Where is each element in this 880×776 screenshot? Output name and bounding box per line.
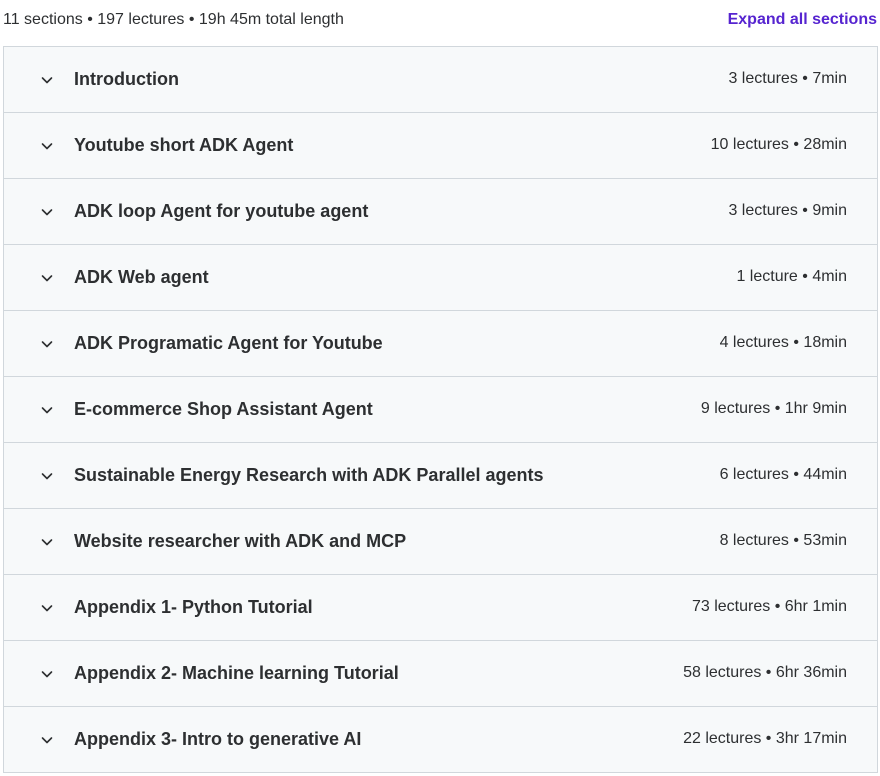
section-row-adk-web-agent[interactable]: ADK Web agent 1 lecture • 4min (4, 245, 877, 311)
section-title: Introduction (74, 69, 179, 89)
section-meta: 22 lectures • 3hr 17min (683, 730, 847, 747)
curriculum-summary-bar: 11 sections • 197 lectures • 19h 45m tot… (0, 0, 880, 46)
section-row-sustainable-energy-research[interactable]: Sustainable Energy Research with ADK Par… (4, 443, 877, 509)
section-meta: 58 lectures • 6hr 36min (683, 664, 847, 681)
section-row-ecommerce-shop-assistant[interactable]: E-commerce Shop Assistant Agent 9 lectur… (4, 377, 877, 443)
section-title: Appendix 2- Machine learning Tutorial (74, 663, 399, 683)
section-row-adk-programatic-agent[interactable]: ADK Programatic Agent for Youtube 4 lect… (4, 311, 877, 377)
chevron-down-icon (39, 534, 55, 550)
section-title: Appendix 3- Intro to generative AI (74, 729, 362, 749)
section-row-appendix-3[interactable]: Appendix 3- Intro to generative AI 22 le… (4, 707, 877, 772)
section-title: Appendix 1- Python Tutorial (74, 597, 313, 617)
section-row-youtube-short-adk-agent[interactable]: Youtube short ADK Agent 10 lectures • 28… (4, 113, 877, 179)
section-row-website-researcher[interactable]: Website researcher with ADK and MCP 8 le… (4, 509, 877, 575)
chevron-down-icon (39, 138, 55, 154)
section-title: ADK loop Agent for youtube agent (74, 201, 369, 221)
section-title: Youtube short ADK Agent (74, 135, 294, 155)
section-title: Website researcher with ADK and MCP (74, 531, 407, 551)
section-meta: 1 lecture • 4min (736, 268, 847, 285)
section-meta: 6 lectures • 44min (719, 466, 847, 483)
section-row-appendix-2[interactable]: Appendix 2- Machine learning Tutorial 58… (4, 641, 877, 707)
chevron-down-icon (39, 468, 55, 484)
section-title: ADK Web agent (74, 267, 209, 287)
section-row-introduction[interactable]: Introduction 3 lectures • 7min (4, 47, 877, 113)
section-meta: 9 lectures • 1hr 9min (700, 400, 847, 417)
section-meta: 3 lectures • 9min (728, 202, 847, 219)
section-title: E-commerce Shop Assistant Agent (74, 399, 373, 419)
section-meta: 4 lectures • 18min (719, 334, 847, 351)
expand-all-sections-button[interactable]: Expand all sections (728, 11, 877, 29)
chevron-down-icon (39, 336, 55, 352)
chevron-down-icon (39, 666, 55, 682)
curriculum-summary-text: 11 sections • 197 lectures • 19h 45m tot… (3, 11, 344, 28)
section-meta: 3 lectures • 7min (728, 70, 847, 87)
chevron-down-icon (39, 402, 55, 418)
chevron-down-icon (39, 270, 55, 286)
chevron-down-icon (39, 204, 55, 220)
section-meta: 10 lectures • 28min (710, 136, 847, 153)
section-row-adk-loop-agent[interactable]: ADK loop Agent for youtube agent 3 lectu… (4, 179, 877, 245)
section-row-appendix-1[interactable]: Appendix 1- Python Tutorial 73 lectures … (4, 575, 877, 641)
chevron-down-icon (39, 732, 55, 748)
section-meta: 73 lectures • 6hr 1min (691, 598, 847, 615)
section-list: Introduction 3 lectures • 7min Youtube s… (3, 46, 878, 773)
section-title: ADK Programatic Agent for Youtube (74, 333, 383, 353)
section-title: Sustainable Energy Research with ADK Par… (74, 465, 544, 485)
section-meta: 8 lectures • 53min (719, 532, 847, 549)
chevron-down-icon (39, 600, 55, 616)
chevron-down-icon (39, 72, 55, 88)
